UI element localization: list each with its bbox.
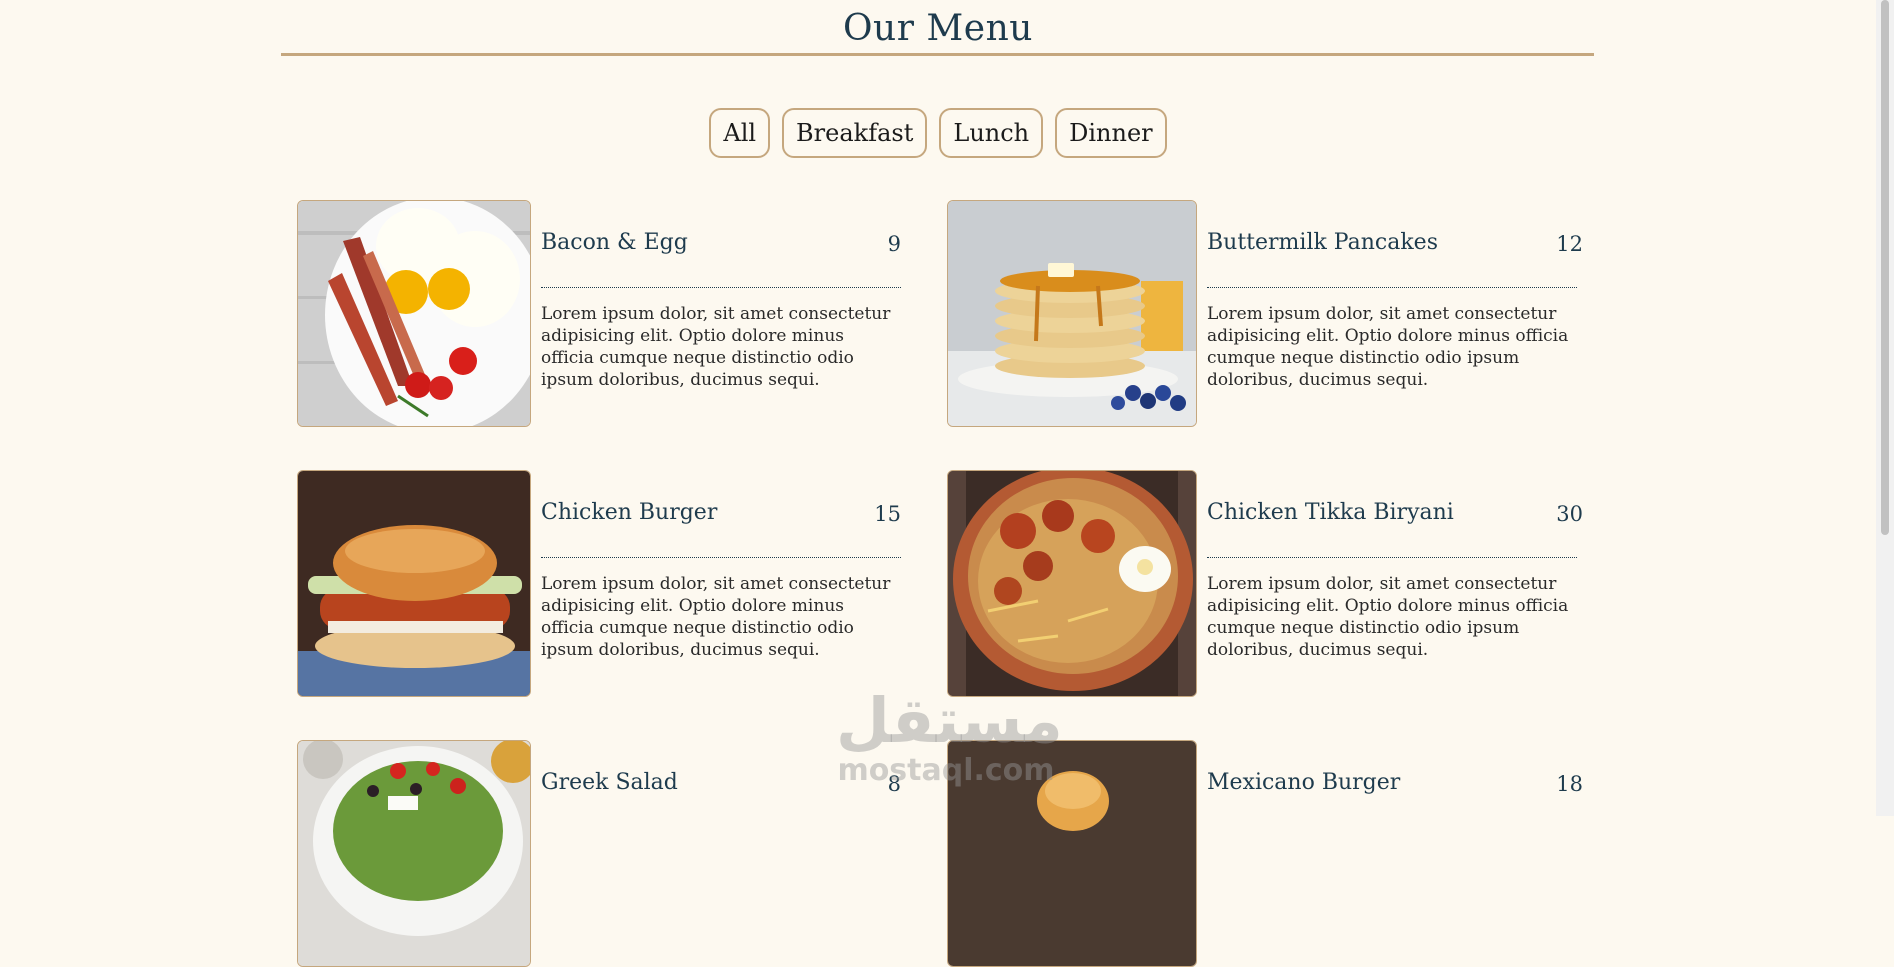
menu-page: Our Menu All Breakfast Lunch Dinner Baco…	[0, 0, 1876, 967]
menu-item-name: Chicken Tikka Biryani	[1207, 500, 1454, 525]
bacon-egg-photo	[297, 200, 531, 427]
vertical-scrollbar[interactable]	[1876, 0, 1894, 816]
menu-item-description: Lorem ipsum dolor, sit amet consectetur …	[1207, 304, 1569, 390]
menu-item-name: Buttermilk Pancakes	[1207, 230, 1438, 255]
menu-item-card: Buttermilk Pancakes 12 Lorem ipsum dolor…	[947, 200, 1583, 427]
menu-item-description: Lorem ipsum dolor, sit amet consectetur …	[541, 574, 891, 660]
menu-item-price: 9	[887, 232, 901, 256]
watermark-arabic: مستقل	[836, 684, 1063, 757]
filter-lunch-button[interactable]: Lunch	[939, 108, 1044, 158]
menu-item-price: 30	[1556, 502, 1583, 526]
menu-item-card: Chicken Burger 15 Lorem ipsum dolor, sit…	[297, 470, 933, 697]
greek-salad-photo	[297, 740, 531, 967]
category-filter-bar: All Breakfast Lunch Dinner	[0, 108, 1876, 158]
menu-item-price: 12	[1556, 232, 1583, 256]
menu-item-price: 18	[1556, 772, 1583, 796]
filter-all-button[interactable]: All	[709, 108, 771, 158]
biryani-photo	[947, 470, 1197, 697]
title-underline	[281, 53, 1594, 56]
menu-item-name: Chicken Burger	[541, 500, 718, 525]
menu-item-divider	[1207, 557, 1577, 558]
menu-item-name: Mexicano Burger	[1207, 770, 1401, 795]
menu-item-name: Greek Salad	[541, 770, 678, 795]
menu-item-card: Bacon & Egg 9 Lorem ipsum dolor, sit ame…	[297, 200, 933, 427]
menu-item-divider	[541, 287, 901, 288]
chicken-burger-photo	[297, 470, 531, 697]
page-title: Our Menu	[843, 8, 1033, 49]
menu-item-description: Lorem ipsum dolor, sit amet consectetur …	[1207, 574, 1569, 660]
menu-item-card: Chicken Tikka Biryani 30 Lorem ipsum dol…	[947, 470, 1583, 697]
menu-item-divider	[1207, 287, 1577, 288]
menu-item-divider	[541, 557, 901, 558]
filter-dinner-button[interactable]: Dinner	[1055, 108, 1167, 158]
mostaql-watermark: مستقل mostaql.com	[836, 684, 1063, 788]
scrollbar-thumb[interactable]	[1881, 0, 1889, 535]
menu-item-name: Bacon & Egg	[541, 230, 688, 255]
pancakes-photo	[947, 200, 1197, 427]
watermark-latin: mostaql.com	[837, 753, 1055, 788]
menu-item-description: Lorem ipsum dolor, sit amet consectetur …	[541, 304, 891, 390]
menu-item-price: 15	[874, 502, 901, 526]
filter-breakfast-button[interactable]: Breakfast	[782, 108, 928, 158]
